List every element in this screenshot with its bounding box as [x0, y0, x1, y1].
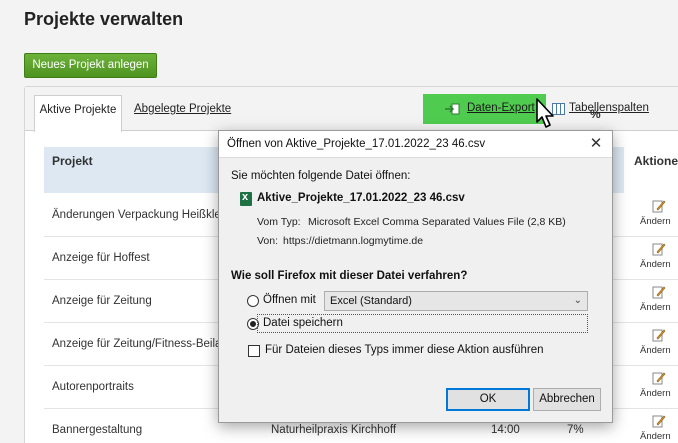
- dialog-body: Sie möchten folgende Datei öffnen: Aktiv…: [219, 157, 612, 422]
- always-label[interactable]: Für Dateien dieses Typs immer diese Akti…: [265, 344, 543, 356]
- close-icon[interactable]: ✕: [586, 134, 606, 154]
- save-file-label[interactable]: Datei speichern: [263, 317, 343, 329]
- edit-label: Ändern: [640, 302, 671, 313]
- column-header-project[interactable]: Projekt: [52, 154, 93, 168]
- edit-icon: [652, 286, 666, 299]
- edit-label: Ändern: [640, 216, 671, 227]
- project-name[interactable]: Autorenportraits: [52, 381, 134, 393]
- edit-action[interactable]: Ändern: [640, 285, 678, 319]
- open-with-label[interactable]: Öffnen mit: [263, 294, 316, 306]
- export-icon: [445, 103, 460, 115]
- ok-button[interactable]: OK: [446, 388, 530, 411]
- edit-label: Ändern: [640, 345, 671, 356]
- project-name[interactable]: Anzeige für Hoffest: [52, 252, 150, 264]
- chevron-down-icon: ⌄: [573, 295, 582, 306]
- table-columns-link[interactable]: Tabellenspalten: [569, 102, 649, 114]
- project-name[interactable]: Anzeige für Zeitung/Fitness-Beila: [52, 338, 221, 350]
- edit-label: Ändern: [640, 431, 671, 442]
- data-export-label: Daten-Export: [467, 102, 535, 114]
- from-label: Von:: [257, 235, 279, 247]
- data-export-link[interactable]: Daten-Export: [423, 94, 546, 124]
- edit-icon: [652, 243, 666, 256]
- open-with-radio[interactable]: [247, 295, 259, 307]
- edit-action[interactable]: Ändern: [640, 328, 678, 362]
- new-project-button[interactable]: Neues Projekt anlegen: [24, 53, 157, 78]
- edit-icon: [652, 329, 666, 342]
- download-dialog: Öffnen von Aktive_Projekte_17.01.2022_23…: [218, 130, 613, 423]
- tab-bar: Aktive Projekte Abgelegte Projekte Daten…: [25, 87, 678, 132]
- open-with-select[interactable]: Excel (Standard) ⌄: [324, 291, 588, 311]
- from-value: https://dietmann.logmytime.de: [283, 235, 424, 247]
- action-question: Wie soll Firefox mit dieser Datei verfah…: [231, 270, 468, 282]
- project-client: Naturheilpraxis Kirchhoff: [271, 424, 397, 436]
- edit-action[interactable]: Ändern: [640, 371, 678, 405]
- edit-action[interactable]: Ändern: [640, 242, 678, 276]
- page-title: Projekte verwalten: [24, 9, 184, 29]
- edit-icon: [652, 372, 666, 385]
- project-name[interactable]: Anzeige für Zeitung: [52, 295, 152, 307]
- cancel-button[interactable]: Abbrechen: [533, 388, 601, 411]
- edit-action[interactable]: Ändern: [640, 199, 678, 233]
- edit-label: Ändern: [640, 259, 671, 270]
- open-question: Sie möchten folgende Datei öffnen:: [231, 170, 411, 182]
- column-header-percent[interactable]: %: [590, 107, 601, 121]
- project-time: 14:00: [491, 424, 520, 436]
- project-percent: 7%: [567, 424, 584, 436]
- edit-icon: [652, 415, 666, 428]
- edit-label: Ändern: [640, 388, 671, 399]
- project-name[interactable]: Bannergestaltung: [52, 424, 142, 436]
- project-name[interactable]: Änderungen Verpackung Heißkle: [52, 209, 221, 221]
- always-checkbox[interactable]: [248, 345, 260, 357]
- type-label: Vom Typ:: [257, 216, 301, 228]
- edit-icon: [652, 200, 666, 213]
- mouse-cursor-icon: [536, 98, 554, 128]
- edit-action[interactable]: Ändern: [640, 414, 678, 443]
- open-with-app: Excel (Standard): [330, 295, 412, 307]
- type-value: Microsoft Excel Comma Separated Values F…: [308, 216, 566, 228]
- column-header-actions: Aktione: [634, 154, 678, 168]
- file-name: Aktive_Projekte_17.01.2022_23 46.csv: [257, 192, 465, 204]
- dialog-title: Öffnen von Aktive_Projekte_17.01.2022_23…: [227, 138, 486, 150]
- tab-active-projects[interactable]: Aktive Projekte: [34, 95, 122, 132]
- excel-file-icon: [240, 191, 252, 206]
- tab-archived-projects[interactable]: Abgelegte Projekte: [134, 103, 231, 115]
